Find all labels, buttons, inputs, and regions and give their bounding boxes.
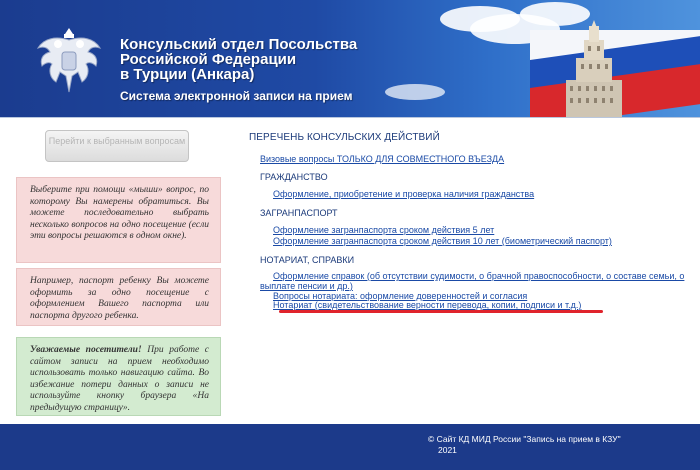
- notary-category: НОТАРИАТ, СПРАВКИ: [260, 255, 355, 265]
- passport-10-years-link[interactable]: Оформление загранпаспорта сроком действи…: [273, 236, 612, 246]
- coat-of-arms-icon: [36, 28, 102, 93]
- warning-note: Уважаемые посетители! При работе с сайто…: [16, 337, 221, 416]
- passport-5-years-link[interactable]: Оформление загранпаспорта сроком действи…: [273, 225, 494, 235]
- go-to-selected-button[interactable]: Перейти к выбранным вопросам: [45, 130, 189, 162]
- title-line: Российской Федерации: [120, 51, 297, 68]
- notary-certification-link[interactable]: Нотариат (свидетельствование верности пе…: [273, 300, 581, 310]
- warning-text: При работе с сайтом записи на прием необ…: [30, 345, 209, 413]
- warning-heading: Уважаемые посетители!: [30, 345, 142, 355]
- site-subtitle: Система электронной записи на прием: [120, 89, 353, 103]
- site-title: Консульский отдел Посольства Российской …: [120, 37, 357, 82]
- mfa-building-icon: [566, 20, 622, 117]
- certificates-link[interactable]: Оформление справок (об отсутствии судимо…: [273, 271, 684, 281]
- title-line: Консульский отдел Посольства: [120, 36, 358, 53]
- copyright-year: 2021: [438, 445, 457, 455]
- example-note: Например, паспорт ребенку Вы можете офор…: [16, 268, 221, 326]
- site-footer: © Сайт КД МИД России "Запись на прием в …: [0, 424, 700, 470]
- title-line: в Турции (Анкара): [120, 66, 255, 83]
- highlight-underline: [279, 310, 603, 313]
- passport-category: ЗАГРАНПАСПОРТ: [260, 208, 338, 218]
- copyright-line: © Сайт КД МИД России "Запись на прием в …: [428, 434, 621, 444]
- main-content: Перейти к выбранным вопросам Выберите пр…: [0, 117, 700, 424]
- citizenship-category: ГРАЖДАНСТВО: [260, 172, 328, 182]
- instruction-note: Выберите при помощи «мыши» вопрос, по ко…: [16, 177, 221, 263]
- consular-actions-heading: ПЕРЕЧЕНЬ КОНСУЛЬСКИХ ДЕЙСТВИЙ: [249, 132, 440, 143]
- citizenship-link[interactable]: Оформление, приобретение и проверка нали…: [273, 189, 534, 199]
- copyright: © Сайт КД МИД России "Запись на прием в …: [428, 434, 621, 456]
- certificates-link-continued[interactable]: выплате пенсии и др.): [260, 281, 353, 291]
- cloud-decoration: [385, 84, 445, 100]
- site-header: Консульский отдел Посольства Российской …: [0, 0, 700, 117]
- example-text: Например, паспорт ребенку Вы можете офор…: [30, 276, 209, 321]
- instruction-text: Выберите при помощи «мыши» вопрос, по ко…: [30, 185, 209, 241]
- visa-questions-link[interactable]: Визовые вопросы ТОЛЬКО ДЛЯ СОВМЕСТНОГО В…: [260, 154, 504, 164]
